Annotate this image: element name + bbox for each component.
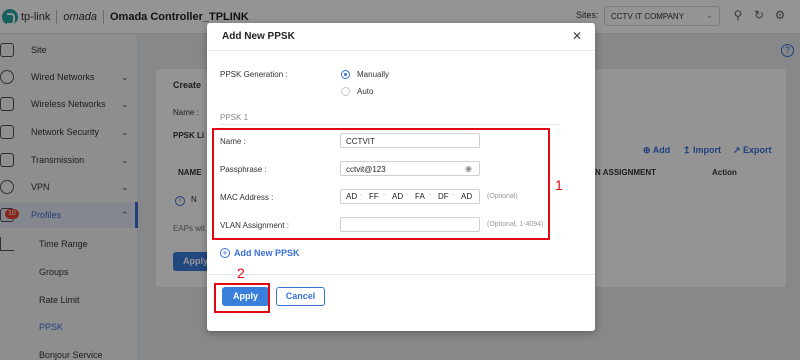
close-icon[interactable]: ✕ — [572, 29, 582, 43]
annotation-box-2 — [214, 283, 270, 313]
annotation-box-1 — [212, 128, 550, 240]
radio-manually[interactable] — [341, 70, 350, 79]
cancel-button[interactable]: Cancel — [276, 287, 325, 306]
footer-divider — [207, 274, 595, 275]
ppsk-generation-label: PPSK Generation : — [220, 70, 288, 79]
add-new-ppsk-link[interactable]: + Add New PPSK — [220, 248, 300, 258]
radio-auto[interactable] — [341, 87, 350, 96]
section-divider — [220, 124, 560, 125]
radio-auto-label: Auto — [357, 87, 374, 96]
section-title: PPSK 1 — [220, 113, 249, 122]
dialog-title: Add New PPSK — [222, 31, 295, 42]
dialog-divider — [207, 50, 595, 51]
plus-circle-icon: + — [220, 248, 230, 258]
radio-manually-label: Manually — [357, 70, 390, 79]
add-new-ppsk-label: Add New PPSK — [234, 248, 300, 258]
annotation-number-2: 2 — [237, 265, 245, 281]
annotation-number-1: 1 — [555, 177, 563, 193]
